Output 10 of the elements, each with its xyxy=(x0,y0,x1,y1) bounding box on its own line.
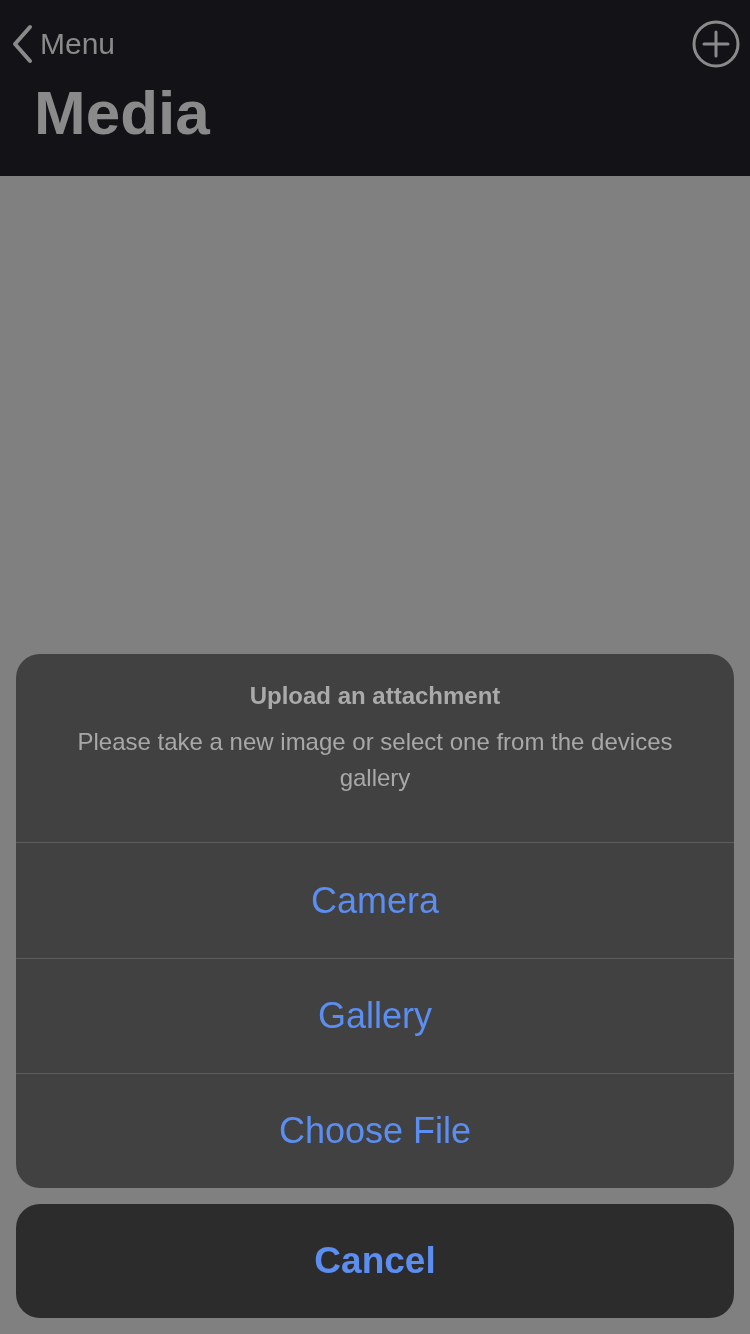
add-icon[interactable] xyxy=(692,20,740,68)
action-button[interactable]: Camera xyxy=(16,843,734,958)
action-button[interactable]: Choose File xyxy=(16,1073,734,1188)
cancel-button[interactable]: Cancel xyxy=(16,1204,734,1318)
page-title: Media xyxy=(34,82,211,144)
sheet-title: Upload an attachment xyxy=(248,682,502,710)
chevron-left-icon xyxy=(10,24,34,64)
back-button[interactable]: Menu xyxy=(10,24,116,64)
sheet-message: Please take a new image or select one from the devices gallery xyxy=(76,727,674,793)
action-button[interactable]: Gallery xyxy=(16,958,734,1073)
